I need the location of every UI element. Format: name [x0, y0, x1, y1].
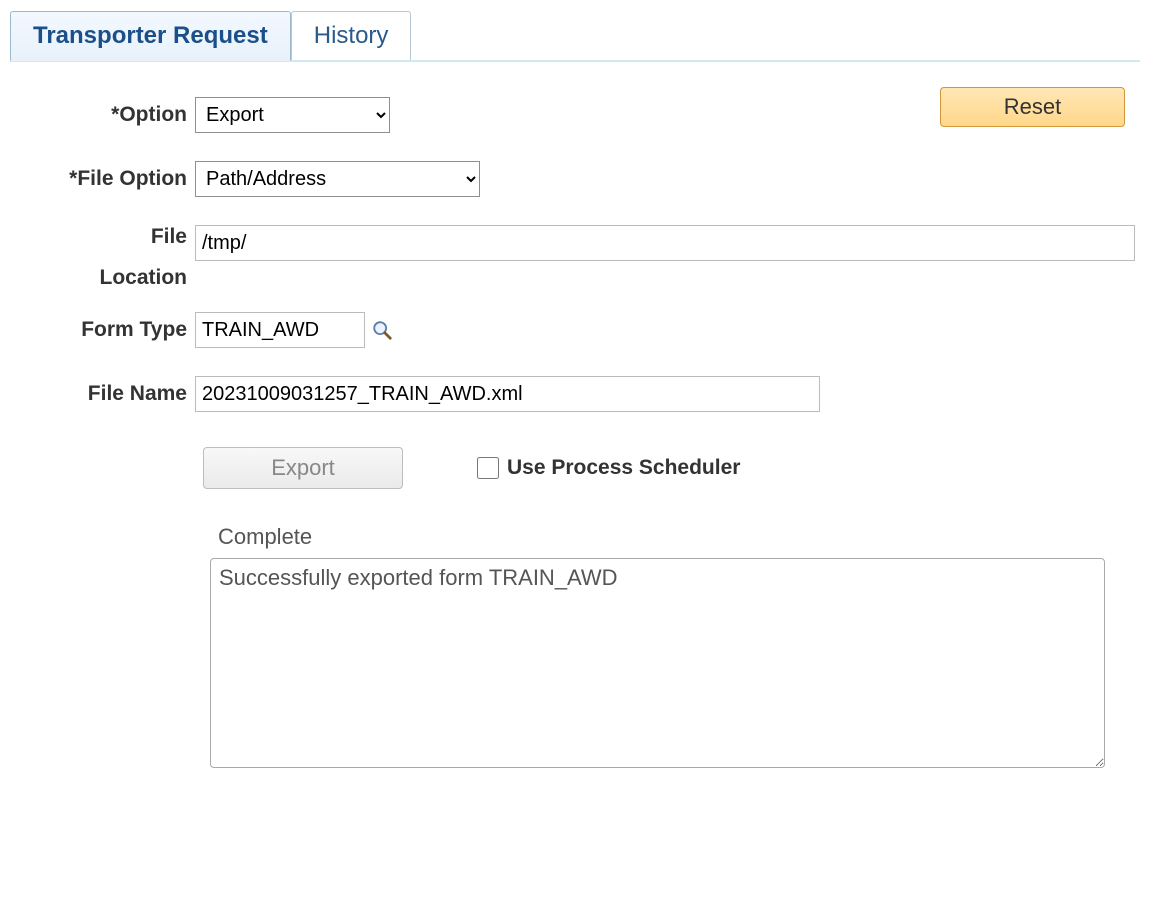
form-area: Reset *Option Export *File Option Path/A…: [10, 97, 1140, 774]
label-form-type: Form Type: [20, 318, 195, 342]
row-file-option: *File Option Path/Address: [20, 161, 1140, 197]
action-row: Export Use Process Scheduler: [203, 447, 1140, 489]
row-file-name: File Name: [20, 376, 1140, 412]
label-location: Location: [20, 265, 195, 290]
status-message-box[interactable]: Successfully exported form TRAIN_AWD: [210, 558, 1105, 768]
reset-button[interactable]: Reset: [940, 87, 1125, 127]
status-area: Complete Successfully exported form TRAI…: [210, 524, 1110, 774]
label-file-name: File Name: [20, 382, 195, 406]
export-button[interactable]: Export: [203, 447, 403, 489]
row-file: File: [20, 225, 1140, 261]
lookup-icon[interactable]: [371, 319, 393, 341]
row-form-type: Form Type: [20, 312, 1140, 348]
label-use-process-scheduler: Use Process Scheduler: [507, 456, 740, 480]
label-file-option: *File Option: [20, 167, 195, 191]
label-file: File: [20, 225, 195, 249]
label-option: *Option: [20, 103, 195, 127]
tab-history[interactable]: History: [291, 11, 412, 60]
tab-bar: Transporter Request History: [10, 10, 1140, 62]
option-select[interactable]: Export: [195, 97, 390, 133]
form-type-input[interactable]: [195, 312, 365, 348]
use-process-scheduler-checkbox[interactable]: [477, 457, 499, 479]
row-location: Location: [20, 265, 1140, 290]
file-option-select[interactable]: Path/Address: [195, 161, 480, 197]
tab-transporter-request[interactable]: Transporter Request: [10, 11, 291, 61]
status-heading: Complete: [218, 524, 1110, 550]
file-name-input[interactable]: [195, 376, 820, 412]
file-input[interactable]: [195, 225, 1135, 261]
